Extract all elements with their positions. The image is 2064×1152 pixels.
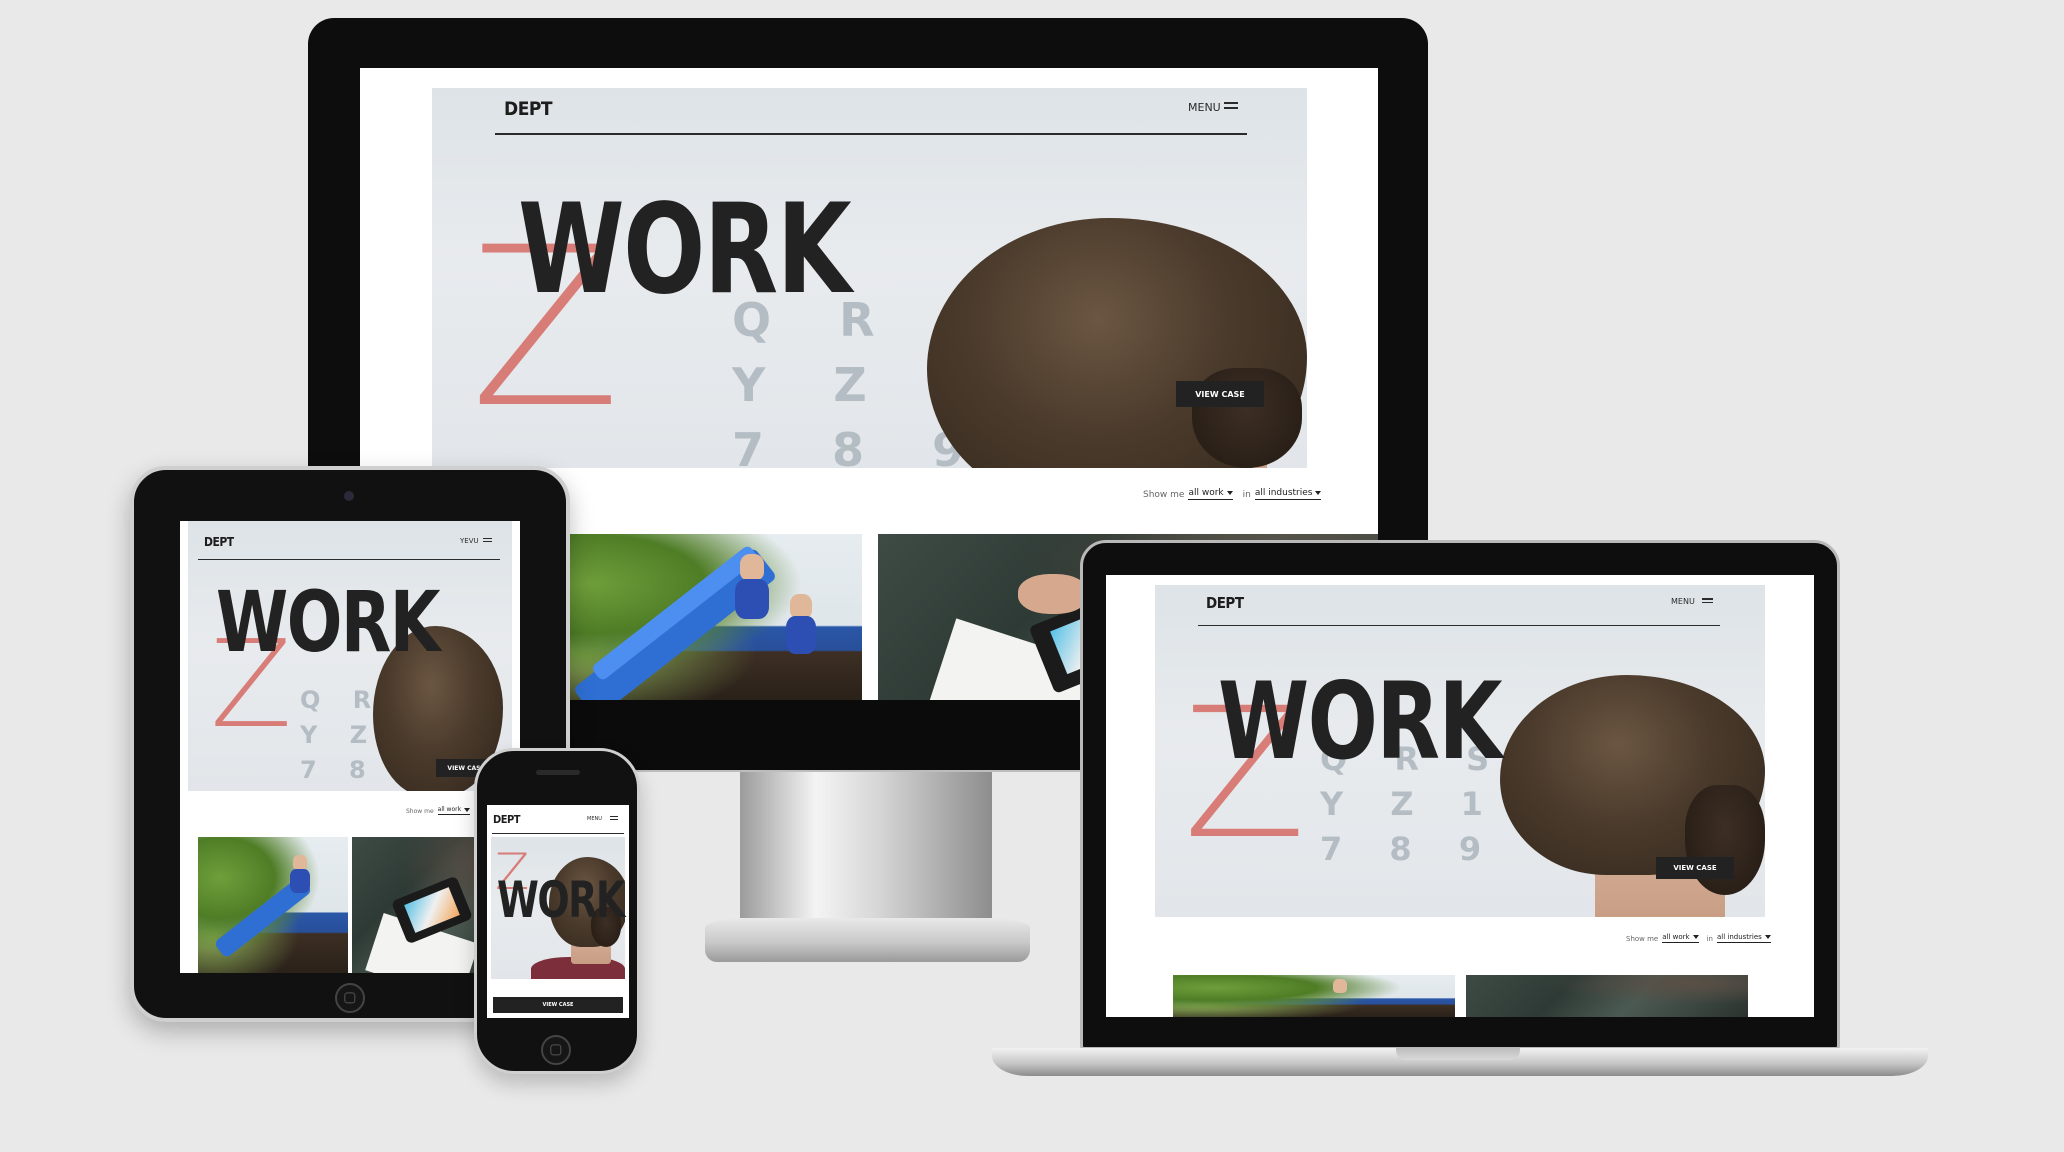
work-dropdown-value: all work <box>1662 933 1690 941</box>
phone-site-viewport: DEPT MENU Z WORK VIEW CASE <box>487 805 629 1018</box>
hamburger-icon[interactable] <box>1702 598 1713 603</box>
filter-label: Show me <box>406 808 434 815</box>
industry-dropdown-value: all industries <box>1716 933 1762 941</box>
work-dropdown[interactable]: all work <box>437 806 471 815</box>
site-logo[interactable]: DEPT <box>504 98 553 120</box>
laptop-site-viewport: Z Q R S Y Z 1 7 8 9 DEPT MENU WORK VIEW … <box>1106 575 1814 1017</box>
person <box>1333 979 1347 993</box>
industry-dropdown[interactable]: all industries <box>1716 933 1771 943</box>
case-thumbnail[interactable] <box>198 837 348 973</box>
menu-button[interactable]: MENU <box>1188 101 1221 114</box>
person <box>290 869 310 893</box>
person <box>735 579 769 619</box>
monitor-foot <box>705 912 1030 962</box>
eye-chart-row: Y Z 1 <box>1320 785 1501 823</box>
filter-in-label: in <box>1706 935 1713 943</box>
work-dropdown[interactable]: all work <box>1662 933 1699 943</box>
speaker-grille <box>536 770 580 775</box>
nav-divider <box>495 133 1247 135</box>
case-thumbnail[interactable] <box>1466 975 1748 1017</box>
caret-down-icon <box>1764 935 1771 939</box>
hero-title: WORK <box>1218 660 1503 783</box>
menu-button[interactable]: MENU <box>1671 597 1695 606</box>
nav-divider <box>1198 625 1720 626</box>
caret-down-icon <box>1692 935 1699 939</box>
menu-button[interactable]: YEVU <box>460 537 479 545</box>
monitor-stand <box>740 768 992 918</box>
hero-title: WORK <box>497 871 625 929</box>
person <box>740 554 764 580</box>
home-button-icon[interactable] <box>541 1035 571 1065</box>
caret-down-icon <box>464 807 471 812</box>
eye-chart-row: 7 8 9 <box>1320 830 1500 868</box>
view-case-button[interactable]: VIEW CASE <box>493 997 623 1013</box>
person <box>786 616 816 654</box>
menu-button[interactable]: MENU <box>587 816 602 822</box>
person <box>790 594 812 618</box>
hero-title: WORK <box>216 573 441 671</box>
nav-divider <box>492 833 624 834</box>
hamburger-icon[interactable] <box>483 538 492 542</box>
person <box>293 855 307 870</box>
nav-divider <box>198 559 500 560</box>
work-filter: Show me all work in <box>406 806 480 815</box>
hand <box>1018 574 1088 614</box>
site-logo[interactable]: DEPT <box>204 535 234 549</box>
industry-dropdown-value: all industries <box>1254 488 1313 498</box>
tablet-site-viewport: Z Q R S Y Z 1 7 8 9 DEPT YEVU WORK VIEW … <box>180 521 520 973</box>
filter-in-label: in <box>1242 490 1251 500</box>
home-button-icon[interactable] <box>335 983 365 1013</box>
caret-down-icon <box>1226 490 1233 495</box>
hamburger-icon[interactable] <box>610 816 618 820</box>
work-dropdown[interactable]: all work <box>1188 488 1233 500</box>
camera-icon <box>344 491 354 501</box>
filter-label: Show me <box>1143 490 1185 500</box>
industry-dropdown[interactable]: all industries <box>1254 488 1322 500</box>
view-case-button[interactable]: VIEW CASE <box>1176 381 1264 407</box>
case-thumbnail[interactable] <box>540 534 862 700</box>
work-filter: Show me all work in all industries <box>1143 488 1325 500</box>
laptop-notch <box>1396 1048 1520 1060</box>
showcase-canvas: { "site": { "logo": "DEPT", "menu_label"… <box>0 0 2064 1152</box>
work-dropdown-value: all work <box>1188 488 1224 498</box>
case-thumbnail[interactable] <box>1173 975 1455 1017</box>
filter-label: Show me <box>1626 935 1659 943</box>
work-dropdown-value: all work <box>437 806 462 813</box>
site-logo[interactable]: DEPT <box>1206 594 1244 612</box>
caret-down-icon <box>1315 490 1322 495</box>
view-case-button[interactable]: VIEW CASE <box>1656 857 1734 879</box>
hero-title: WORK <box>518 178 852 322</box>
site-logo[interactable]: DEPT <box>493 813 520 826</box>
hamburger-icon[interactable] <box>1224 102 1238 109</box>
slide-shape <box>590 544 760 682</box>
work-filter: Show me all work in all industries <box>1626 933 1775 943</box>
